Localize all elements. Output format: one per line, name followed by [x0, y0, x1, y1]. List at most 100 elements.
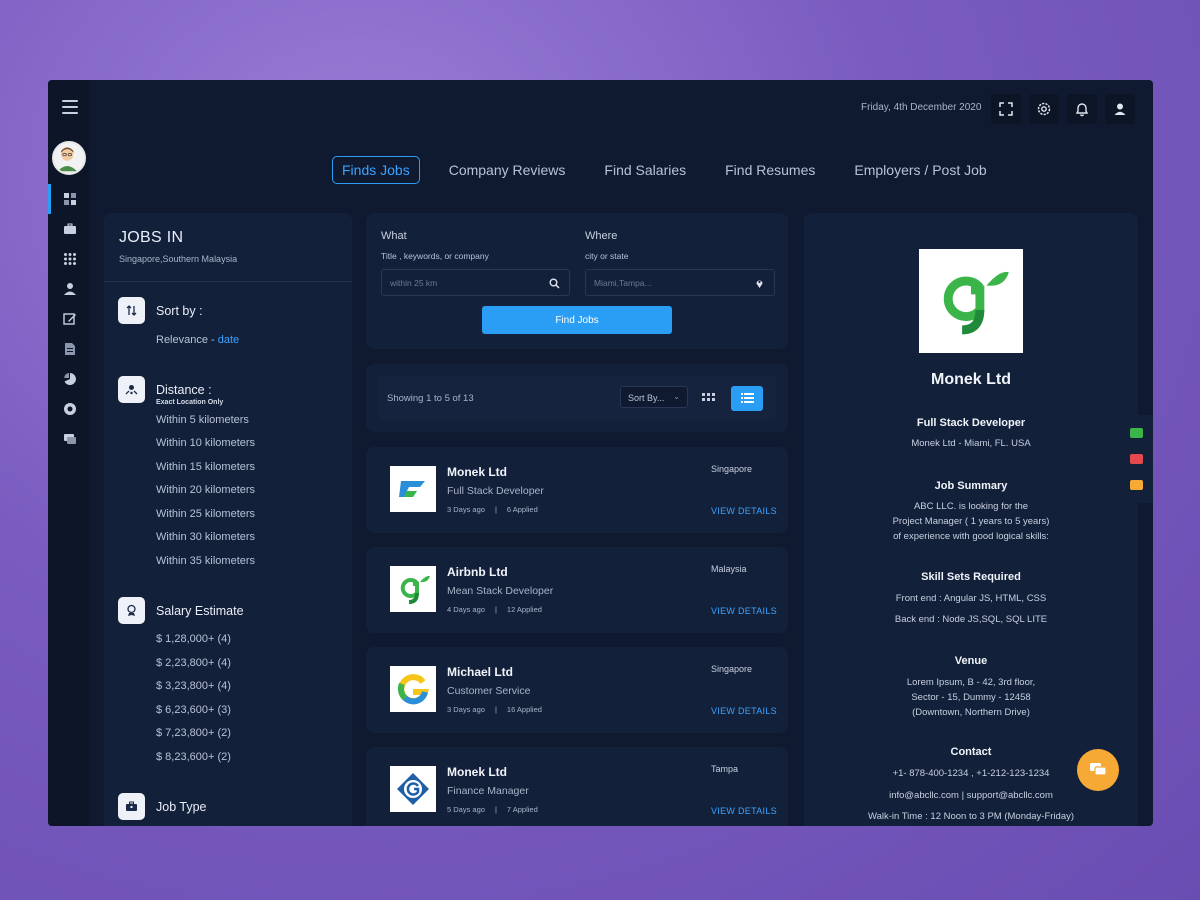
sort-select-label: Sort By...: [628, 393, 665, 403]
posted-ago: 4 Days ago: [447, 605, 485, 614]
applied-count: 7 Applied: [506, 805, 538, 814]
job-summary-line: ABC LLC. is looking for the: [913, 501, 1029, 512]
side-quick-tabs: [1121, 415, 1153, 503]
sort-date-option[interactable]: date: [218, 334, 239, 346]
chat-icon: [1090, 763, 1107, 776]
sort-relevance-option[interactable]: Relevance -: [156, 334, 218, 346]
money-icon[interactable]: [1130, 428, 1143, 438]
jobtype-title: Job Type: [156, 800, 207, 814]
job-summary-line: of experience with good logical skills:: [893, 531, 1049, 542]
fullscreen-button[interactable]: [991, 94, 1021, 124]
settings-icon[interactable]: [61, 400, 79, 418]
document-icon[interactable]: [61, 340, 79, 358]
chart-icon[interactable]: [61, 370, 79, 388]
where-input[interactable]: Miami,Tampa...: [585, 269, 775, 296]
distance-option[interactable]: Within 15 kilometers: [156, 461, 255, 473]
menu-icon[interactable]: [62, 100, 78, 114]
sort-icon: [118, 297, 145, 324]
chat-icon[interactable]: [61, 430, 79, 448]
filters-panel: JOBS IN Singapore,Southern Malaysia Sort…: [104, 213, 352, 826]
chevron-down-icon: ⌄: [673, 392, 680, 401]
sort-select[interactable]: Sort By... ⌄: [620, 386, 688, 408]
detail-company: Monek Ltd: [931, 371, 1011, 388]
salary-icon: [118, 597, 145, 624]
user-icon[interactable]: [61, 280, 79, 298]
distance-option[interactable]: Within 35 kilometers: [156, 555, 255, 567]
view-details-link[interactable]: VIEW DETAILS: [711, 506, 777, 516]
job-card[interactable]: Monek Ltd Full Stack Developer 3 Days ag…: [366, 447, 788, 533]
company-logo: [390, 766, 436, 812]
job-card[interactable]: Michael Ltd Customer Service 3 Days ago |…: [366, 647, 788, 733]
tab-employers-post-job[interactable]: Employers / Post Job: [844, 156, 996, 184]
settings-button[interactable]: [1029, 94, 1059, 124]
gear-icon: [1037, 102, 1051, 116]
grid-icon: [701, 393, 715, 401]
search-icon[interactable]: [549, 278, 560, 289]
where-sublabel: city or state: [585, 251, 629, 261]
distance-option[interactable]: Within 25 kilometers: [156, 508, 255, 520]
dashboard-icon[interactable]: [61, 190, 79, 208]
list-icon: [740, 393, 754, 403]
sort-title: Sort by :: [156, 304, 203, 318]
bell-icon: [1075, 103, 1089, 117]
salary-option[interactable]: $ 7,23,800+ (2): [156, 727, 231, 739]
notifications-button[interactable]: [1067, 94, 1097, 124]
distance-option[interactable]: Within 5 kilometers: [156, 414, 249, 426]
job-card[interactable]: Airbnb Ltd Mean Stack Developer 4 Days a…: [366, 547, 788, 633]
folder-icon[interactable]: [1130, 480, 1143, 490]
find-jobs-button[interactable]: Find Jobs: [482, 306, 672, 334]
posted-ago: 3 Days ago: [447, 705, 485, 714]
filters-title: JOBS IN: [119, 229, 184, 246]
salary-option[interactable]: $ 2,23,800+ (4): [156, 657, 231, 669]
results-count: Showing 1 to 5 of 13: [387, 393, 474, 404]
job-meta: 5 Days ago | 7 Applied: [447, 805, 538, 814]
distance-title: Distance :: [156, 383, 212, 397]
apps-icon[interactable]: [61, 250, 79, 268]
job-location: Malaysia: [711, 564, 747, 574]
company-name: Monek Ltd: [447, 465, 507, 479]
camera-icon[interactable]: [1130, 454, 1143, 464]
salary-option[interactable]: $ 8,23,600+ (2): [156, 751, 231, 763]
distance-option[interactable]: Within 20 kilometers: [156, 484, 255, 496]
posted-ago: 5 Days ago: [447, 805, 485, 814]
company-name: Monek Ltd: [447, 765, 507, 779]
distance-option[interactable]: Within 30 kilometers: [156, 531, 255, 543]
tab-find-jobs[interactable]: Finds Jobs: [332, 156, 420, 184]
user-icon: [1114, 103, 1126, 115]
tab-find-salaries[interactable]: Find Salaries: [594, 156, 696, 184]
chat-button[interactable]: [1077, 749, 1119, 791]
where-placeholder: Miami,Tampa...: [594, 278, 652, 288]
profile-button[interactable]: [1105, 94, 1135, 124]
what-placeholder: within 25 km: [390, 278, 438, 288]
distance-option[interactable]: Within 10 kilometers: [156, 437, 255, 449]
tab-company-reviews[interactable]: Company Reviews: [439, 156, 576, 184]
company-logo: [390, 566, 436, 612]
where-label: Where: [585, 230, 618, 242]
edit-icon[interactable]: [61, 310, 79, 328]
salary-option[interactable]: $ 3,23,800+ (4): [156, 680, 231, 692]
job-summary-title: Job Summary: [934, 480, 1008, 492]
briefcase-icon[interactable]: [61, 220, 79, 238]
results-toolbar: Showing 1 to 5 of 13 Sort By... ⌄: [366, 364, 788, 432]
what-label: What: [381, 230, 407, 242]
avatar[interactable]: [52, 141, 86, 175]
grid-view-button[interactable]: [692, 386, 724, 411]
posted-ago: 3 Days ago: [447, 505, 485, 514]
view-details-link[interactable]: VIEW DETAILS: [711, 606, 777, 616]
briefcase-icon: [118, 793, 145, 820]
tab-find-resumes[interactable]: Find Resumes: [715, 156, 825, 184]
salary-option[interactable]: $ 1,28,000+ (4): [156, 633, 231, 645]
job-card[interactable]: Monek Ltd Finance Manager 5 Days ago | 7 A…: [366, 747, 788, 826]
what-input[interactable]: within 25 km: [381, 269, 570, 296]
salary-option[interactable]: $ 6,23,600+ (3): [156, 704, 231, 716]
view-details-link[interactable]: VIEW DETAILS: [711, 706, 777, 716]
detail-location: Monek Ltd - Miami, FL. USA: [911, 438, 1031, 449]
job-summary-line: Project Manager ( 1 years to 5 years): [892, 516, 1050, 527]
skills-title: Skill Sets Required: [921, 571, 1021, 583]
list-view-button[interactable]: [731, 386, 763, 411]
sort-options: Relevance - date: [156, 334, 239, 346]
skills-line: Back end : Node JS,SQL, SQL LITE: [894, 614, 1048, 625]
company-name: Airbnb Ltd: [447, 565, 508, 579]
view-details-link[interactable]: VIEW DETAILS: [711, 806, 777, 816]
current-date: Friday, 4th December 2020: [861, 102, 982, 113]
